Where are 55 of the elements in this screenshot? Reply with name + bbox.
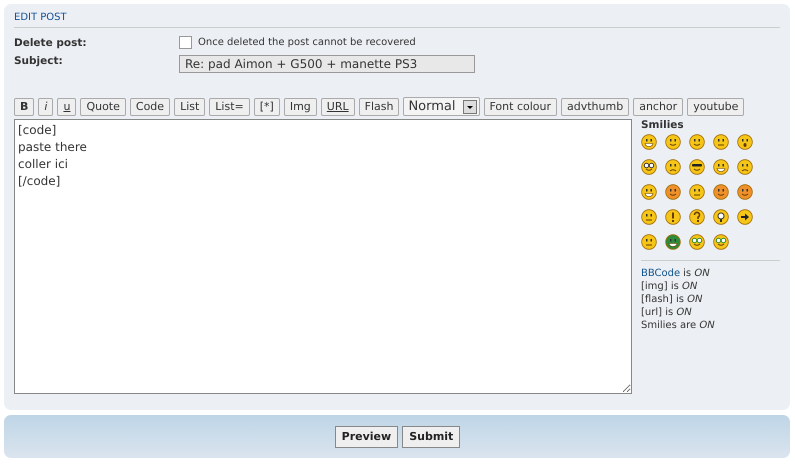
smiley-icon[interactable] xyxy=(665,184,681,200)
status-line: [img] is ON xyxy=(641,280,698,293)
size-select[interactable]: Normal xyxy=(403,97,480,116)
smiley-icon[interactable] xyxy=(737,209,753,225)
smiley-icon[interactable] xyxy=(641,209,657,225)
format-button[interactable]: URL xyxy=(320,98,355,116)
smiley-icon[interactable] xyxy=(665,159,681,175)
format-button[interactable]: Code xyxy=(130,98,170,116)
format-button[interactable]: Flash xyxy=(358,98,400,116)
preview-button[interactable]: Preview xyxy=(334,426,398,448)
subject-field[interactable]: Re: pad Aimon + G500 + manette PS3 xyxy=(179,55,475,73)
smiley-icon[interactable] xyxy=(689,209,705,225)
smiley-icon[interactable] xyxy=(641,184,657,200)
status-line: Smilies are ON xyxy=(641,319,716,332)
format-button[interactable]: Img xyxy=(284,98,317,116)
format-button[interactable]: List xyxy=(174,98,206,116)
status-line: [url] is ON xyxy=(641,306,693,319)
smiley-icon[interactable] xyxy=(665,234,681,250)
delete-checkbox[interactable] xyxy=(179,36,192,49)
smiley-icon[interactable] xyxy=(737,184,753,200)
smiley-icon[interactable] xyxy=(713,159,729,175)
smiley-icon[interactable] xyxy=(737,159,753,175)
format-button[interactable]: List= xyxy=(209,98,250,116)
format-button[interactable]: i xyxy=(38,98,54,116)
smiley-icon[interactable] xyxy=(737,134,753,150)
submit-button[interactable]: Submit xyxy=(402,426,460,448)
format-button[interactable]: Font colour xyxy=(484,98,558,116)
panel-title: EDIT POST xyxy=(14,12,780,28)
delete-note: Once deleted the post cannot be recovered xyxy=(198,37,416,48)
format-button[interactable]: youtube xyxy=(687,98,744,116)
format-button[interactable]: Quote xyxy=(80,98,126,116)
format-button[interactable]: B xyxy=(14,98,34,116)
message-field[interactable]: [code] paste there coller ici [/code] xyxy=(14,119,632,394)
smiley-icon[interactable] xyxy=(689,134,705,150)
smiley-icon[interactable] xyxy=(665,134,681,150)
format-button[interactable]: advthumb xyxy=(561,98,630,116)
smiley-icon[interactable] xyxy=(713,184,729,200)
smiley-icon[interactable] xyxy=(689,159,705,175)
smiley-icon[interactable] xyxy=(641,159,657,175)
smiley-icon[interactable] xyxy=(665,209,681,225)
field-label: Delete post: xyxy=(14,36,88,48)
smiley-icon[interactable] xyxy=(713,209,729,225)
smiley-icon[interactable] xyxy=(689,184,705,200)
caret-icon xyxy=(462,100,476,114)
smilies-title: Smilies xyxy=(641,119,685,131)
bbcode-link[interactable]: BBCode xyxy=(641,268,680,279)
smiley-icon[interactable] xyxy=(641,134,657,150)
status-line: BBCode is ON xyxy=(641,267,711,280)
smiley-icon[interactable] xyxy=(713,134,729,150)
format-button[interactable]: anchor xyxy=(633,98,684,116)
field-label: Subject: xyxy=(14,55,64,67)
smiley-icon[interactable] xyxy=(641,234,657,250)
format-button[interactable]: u xyxy=(57,98,76,116)
format-button[interactable]: [*] xyxy=(254,98,280,116)
status-line: [flash] is ON xyxy=(641,293,704,306)
